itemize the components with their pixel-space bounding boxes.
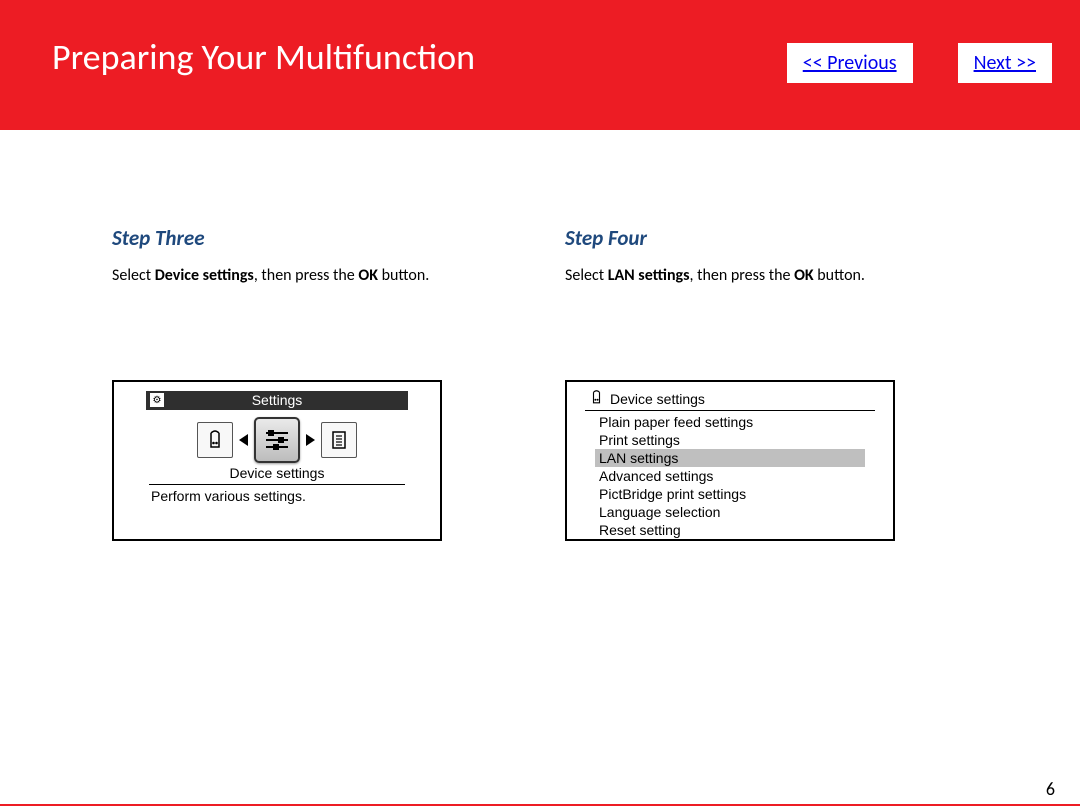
device-icon: [589, 390, 604, 408]
lcd-title-text: Settings: [252, 392, 303, 408]
menu-item-lan-settings: LAN settings: [595, 449, 865, 467]
menu-item-print-settings: Print settings: [595, 431, 865, 449]
step-three-column: Step Three Select Device settings, then …: [0, 225, 540, 541]
settings-icon: [150, 393, 164, 407]
text-fragment: button.: [814, 266, 865, 285]
lcd-hint-text: Perform various settings.: [146, 485, 408, 504]
lcd-title-bar: Settings: [146, 391, 408, 410]
menu-item-pictbridge: PictBridge print settings: [595, 485, 865, 503]
menu-item-plain-paper: Plain paper feed settings: [595, 413, 865, 431]
ink-level-icon: [197, 422, 233, 458]
text-bold: OK: [358, 266, 378, 285]
text-bold: Device settings: [155, 266, 254, 285]
next-button[interactable]: Next >>: [958, 43, 1052, 83]
text-fragment: , then press the: [690, 266, 795, 285]
lcd-list-header: Device settings: [585, 390, 875, 411]
lcd-device-settings-screen: Device settings Plain paper feed setting…: [565, 380, 895, 541]
lcd-settings-screen: Settings: [112, 380, 442, 541]
page-number: 6: [1046, 778, 1055, 800]
step-four-description: Select LAN settings, then press the OK b…: [565, 266, 1000, 285]
content-area: Step Three Select Device settings, then …: [0, 130, 1080, 541]
document-icon: [321, 422, 357, 458]
text-fragment: , then press the: [254, 266, 359, 285]
device-settings-icon: [254, 417, 300, 463]
lcd-list-header-text: Device settings: [610, 391, 705, 407]
step-four-column: Step Four Select LAN settings, then pres…: [540, 225, 1080, 541]
nav-buttons: << Previous Next >>: [787, 43, 1052, 83]
text-fragment: Select: [112, 266, 155, 285]
text-bold: LAN settings: [608, 266, 690, 285]
footer-divider: [0, 804, 1080, 806]
menu-item-reset: Reset setting: [595, 521, 865, 539]
left-arrow-icon: [239, 434, 248, 446]
header-bar: Preparing Your Multifunction << Previous…: [0, 0, 1080, 130]
lcd-carousel: [146, 417, 408, 463]
menu-item-advanced-settings: Advanced settings: [595, 467, 865, 485]
page-title: Preparing Your Multifunction: [52, 35, 475, 79]
right-arrow-icon: [306, 434, 315, 446]
step-three-description: Select Device settings, then press the O…: [112, 266, 500, 285]
menu-item-language: Language selection: [595, 503, 865, 521]
text-bold: OK: [794, 266, 814, 285]
text-fragment: Select: [565, 266, 608, 285]
step-four-label: Step Four: [565, 225, 1000, 251]
lcd-menu-list: Plain paper feed settings Print settings…: [585, 411, 875, 539]
lcd-selected-label: Device settings: [149, 465, 405, 485]
previous-button[interactable]: << Previous: [787, 43, 913, 83]
text-fragment: button.: [378, 266, 429, 285]
step-three-label: Step Three: [112, 225, 500, 251]
